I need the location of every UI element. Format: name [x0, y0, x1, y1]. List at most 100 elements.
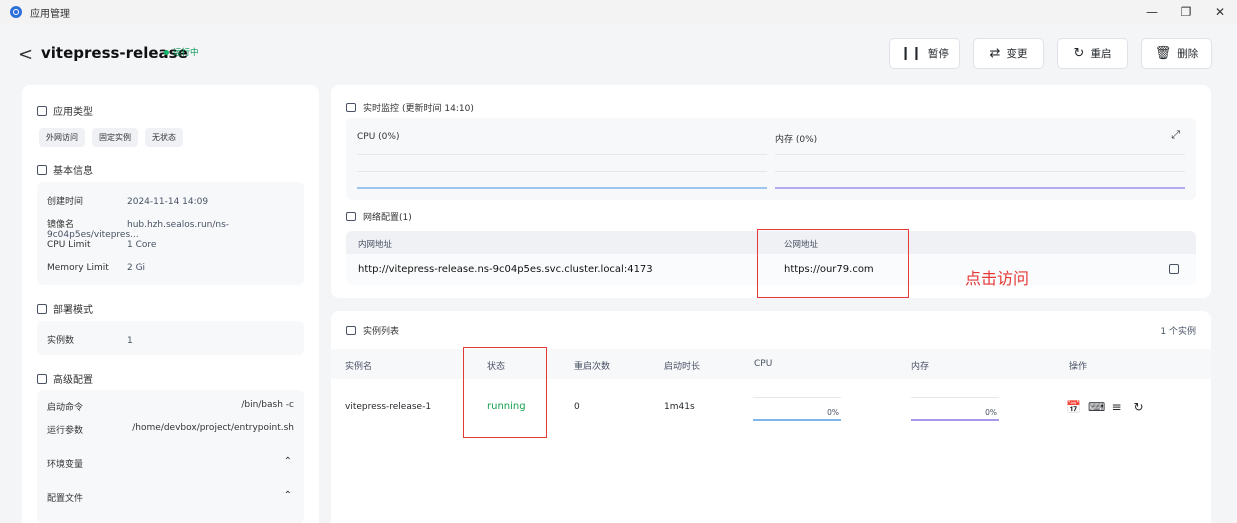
sparkline-line: [911, 419, 999, 421]
log-icon[interactable]: ≡: [1110, 400, 1123, 414]
info-key: 实例数: [47, 336, 75, 346]
copy-icon[interactable]: [1169, 264, 1179, 274]
info-row-memory-limit: Memory Limit 2 Gi: [47, 263, 145, 273]
close-button[interactable]: ✕: [1203, 0, 1237, 24]
info-value: 2 Gi: [127, 263, 146, 273]
document-icon: [37, 164, 47, 175]
instance-memory-value: 0%: [985, 408, 997, 417]
swap-icon: ⇄: [989, 46, 1001, 61]
instances-heading: 实例列表: [346, 324, 399, 337]
instance-actions: 📅 ⌨ ≡ ↻: [1066, 400, 1145, 414]
env-vars-toggle[interactable]: 环境变量: [47, 457, 83, 470]
cpu-gridline: [357, 171, 767, 172]
chart-icon: [346, 103, 356, 112]
trash-icon: 🗑: [1154, 46, 1172, 61]
col-memory: 内存: [911, 362, 930, 372]
run-args-value: /home/devbox/project/entrypoint.sh: [132, 423, 294, 433]
status-badge: 运行中: [164, 46, 199, 58]
deploy-mode-box: 实例数 1: [37, 321, 304, 355]
info-row-cpu-limit: CPU Limit 1 Core: [47, 240, 156, 250]
memory-usage-line: [775, 187, 1185, 189]
cube-icon: [37, 303, 47, 314]
instance-name-cell: vitepress-release-1: [345, 402, 432, 412]
restart-icon[interactable]: ↻: [1132, 400, 1145, 414]
monitor-chart-area: CPU (0%) 内存 (0%) ⤢: [346, 118, 1196, 200]
chevron-up-icon[interactable]: ⌃: [284, 456, 292, 467]
restart-icon: ↻: [1073, 46, 1085, 61]
network-icon: [346, 212, 356, 221]
instance-uptime-cell: 1m41s: [664, 402, 695, 412]
config-files-toggle[interactable]: 配置文件: [47, 491, 83, 504]
change-label: 变更: [1006, 48, 1028, 60]
sparkline-gridline: [753, 397, 841, 398]
internal-address-value: http://vitepress-release.ns-9c04p5es.svc…: [358, 264, 653, 275]
window-titlebar: 应用管理 — ❐ ✕: [0, 0, 1237, 24]
basic-info-title: 基本信息: [53, 166, 93, 177]
delete-label: 删除: [1177, 48, 1199, 60]
internal-address-header: 内网地址: [358, 240, 393, 250]
chevron-up-icon[interactable]: ⌃: [284, 490, 292, 501]
info-row-run-args: 运行参数: [47, 423, 127, 436]
change-button[interactable]: ⇄ 变更: [973, 38, 1044, 69]
info-key: CPU Limit: [47, 240, 91, 250]
info-value: 2024-11-14 14:09: [127, 197, 209, 207]
cpu-gridline: [357, 154, 767, 155]
sparkline-gridline: [911, 397, 999, 398]
status-highlight: [463, 347, 547, 438]
app-logo-icon: [10, 6, 22, 18]
info-value: 1 Core: [127, 240, 157, 250]
expand-icon[interactable]: ⤢: [1171, 128, 1180, 142]
minimize-button[interactable]: —: [1135, 0, 1169, 24]
status-text: 运行中: [173, 48, 199, 58]
maximize-button[interactable]: ❐: [1169, 0, 1203, 24]
info-key: 创建时间: [47, 197, 84, 207]
list-icon: [346, 326, 356, 335]
calendar-icon[interactable]: 📅: [1066, 400, 1081, 414]
info-key: 启动命令: [47, 403, 84, 413]
cpu-chart-label: CPU (0%): [357, 132, 400, 142]
deploy-mode-heading: 部署模式: [37, 301, 93, 316]
back-button[interactable]: <: [18, 44, 33, 65]
app-type-tags: 外网访问 固定实例 无状态: [39, 128, 183, 147]
pause-icon: ❙❙: [900, 46, 922, 61]
pause-button[interactable]: ❙❙ 暂停: [889, 38, 960, 69]
header-actions: ❙❙ 暂停 ⇄ 变更 ↻ 重启 🗑 删除: [889, 38, 1212, 69]
network-heading: 网络配置(1): [346, 210, 412, 223]
terminal-icon[interactable]: ⌨: [1088, 400, 1105, 414]
info-row-start-command: 启动命令: [47, 400, 127, 413]
status-dot-icon: [164, 49, 169, 55]
advanced-config-box: 启动命令 /bin/bash -c 运行参数 /home/devbox/proj…: [37, 390, 304, 523]
public-address-highlight: [757, 229, 909, 298]
info-row-image: 镜像名 hub.hzh.sealos.run/ns-9c04p5es/vitepr…: [47, 217, 304, 240]
col-uptime: 启动时长: [664, 362, 701, 372]
click-to-visit-annotation: 点击访问: [965, 269, 1030, 288]
start-command-value: /bin/bash -c: [241, 400, 294, 410]
basic-info-heading: 基本信息: [37, 162, 93, 177]
instance-cpu-value: 0%: [827, 408, 839, 417]
grid-icon: [37, 105, 47, 116]
col-instance-name: 实例名: [345, 362, 373, 372]
col-actions: 操作: [1069, 362, 1088, 372]
info-key: 镜像名: [47, 220, 75, 230]
window-controls: — ❐ ✕: [1135, 0, 1237, 24]
delete-button[interactable]: 🗑 删除: [1141, 38, 1212, 69]
info-value: 1: [127, 336, 133, 346]
env-vars-label: 环境变量: [47, 460, 84, 470]
memory-gridline: [775, 154, 1185, 155]
basic-info-box: 创建时间 2024-11-14 14:09 镜像名 hub.hzh.sealos.r…: [37, 182, 304, 285]
info-key: 运行参数: [47, 426, 84, 436]
page-header: < vitepress-release 运行中 ❙❙ 暂停 ⇄ 变更 ↻ 重启 …: [0, 24, 1237, 84]
app-details-panel: 应用类型 外网访问 固定实例 无状态 基本信息 创建时间 2024-11-14 1…: [22, 85, 319, 523]
tag-public-access: 外网访问: [39, 128, 85, 147]
info-row-instances: 实例数 1: [47, 333, 133, 346]
restart-button[interactable]: ↻ 重启: [1057, 38, 1128, 69]
advanced-config-heading: 高级配置: [37, 371, 93, 386]
window-title: 应用管理: [30, 8, 70, 20]
tag-stateless: 无状态: [145, 128, 183, 147]
pause-label: 暂停: [927, 48, 949, 60]
app-type-heading: 应用类型: [37, 103, 93, 118]
config-files-label: 配置文件: [47, 494, 84, 504]
gear-icon: [37, 373, 47, 384]
instance-restarts-cell: 0: [574, 402, 580, 412]
info-row-created: 创建时间 2024-11-14 14:09: [47, 194, 208, 207]
